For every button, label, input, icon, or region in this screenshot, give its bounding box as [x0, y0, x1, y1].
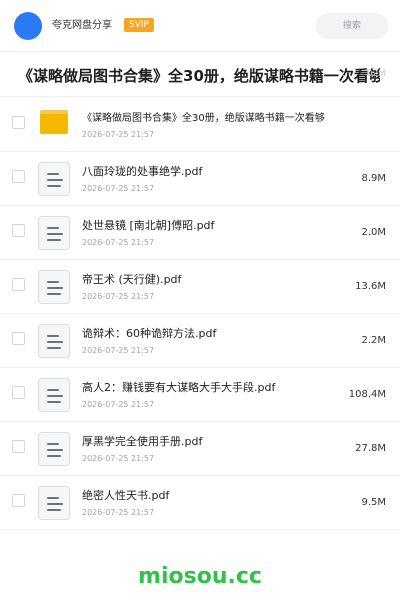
owner-name: 夸克网盘分享	[52, 20, 112, 31]
file-name: 处世悬镜 [南北朝]傅昭.pdf	[82, 219, 215, 232]
file-date: 2026-07-25 21:57	[82, 508, 155, 517]
file-date: 2026-07-25 21:57	[82, 184, 155, 193]
list-item[interactable]: 八面玲珑的处事绝学.pdf 2026-07-25 21:57 8.9M	[0, 152, 400, 206]
row-checkbox[interactable]	[12, 116, 25, 129]
row-checkbox[interactable]	[12, 494, 25, 507]
pdf-file-icon	[38, 324, 70, 358]
search-input[interactable]: 搜索	[316, 13, 388, 39]
footer: miosou.cc	[0, 552, 400, 600]
folder-icon	[40, 110, 68, 134]
row-checkbox[interactable]	[12, 224, 25, 237]
site-watermark: miosou.cc	[138, 564, 262, 589]
svip-badge: SVIP	[124, 18, 154, 32]
file-size: 2.2M	[361, 335, 386, 346]
file-size: 9.5M	[361, 497, 386, 508]
file-date: 2026-07-25 21:57	[82, 346, 155, 355]
list-item[interactable]: 帝王术 (天行健).pdf 2026-07-25 21:57 13.6M	[0, 260, 400, 314]
top-bar: 夸克网盘分享 SVIP 搜索	[0, 0, 400, 52]
row-checkbox[interactable]	[12, 386, 25, 399]
file-size: 8.9M	[361, 173, 386, 184]
list-item[interactable]: 《谋略做局图书合集》全30册，绝版谋略书籍一次看够 2026-07-25 21:…	[0, 98, 400, 152]
share-title: 《谋略做局图书合集》全30册，绝版谋略书籍一次看够	[18, 67, 380, 85]
share-title-bar: 《谋略做局图书合集》全30册，绝版谋略书籍一次看够 02M	[0, 53, 400, 97]
file-name: 高人2：赚钱要有大谋略大手大手段.pdf	[82, 381, 276, 394]
pdf-file-icon	[38, 432, 70, 466]
pdf-file-icon	[38, 162, 70, 196]
row-checkbox[interactable]	[12, 170, 25, 183]
file-name: 绝密人性天书.pdf	[82, 489, 170, 502]
pdf-file-icon	[38, 216, 70, 250]
file-date: 2026-07-25 21:57	[82, 238, 155, 247]
list-item[interactable]: 高人2：赚钱要有大谋略大手大手段.pdf 2026-07-25 21:57 10…	[0, 368, 400, 422]
share-size-hint: 02M	[366, 69, 386, 79]
file-name: 八面玲珑的处事绝学.pdf	[82, 165, 203, 178]
pdf-file-icon	[38, 378, 70, 412]
file-date: 2026-07-25 21:57	[82, 292, 155, 301]
file-size: 2.0M	[361, 227, 386, 238]
file-name: 诡辩术：60种诡辩方法.pdf	[82, 327, 217, 340]
row-checkbox[interactable]	[12, 332, 25, 345]
row-checkbox[interactable]	[12, 440, 25, 453]
file-name: 帝王术 (天行健).pdf	[82, 273, 182, 286]
file-date: 2026-07-25 21:57	[82, 400, 155, 409]
file-size: 13.6M	[355, 281, 386, 292]
avatar[interactable]	[14, 12, 42, 40]
row-checkbox[interactable]	[12, 278, 25, 291]
pdf-file-icon	[38, 486, 70, 520]
file-name: 《谋略做局图书合集》全30册，绝版谋略书籍一次看够	[82, 113, 325, 124]
file-date: 2026-07-25 21:57	[82, 130, 155, 139]
pdf-file-icon	[38, 270, 70, 304]
file-size: 27.8M	[355, 443, 386, 454]
file-size: 108.4M	[348, 389, 386, 400]
list-item[interactable]: 厚黑学完全使用手册.pdf 2026-07-25 21:57 27.8M	[0, 422, 400, 476]
list-item[interactable]: 处世悬镜 [南北朝]傅昭.pdf 2026-07-25 21:57 2.0M	[0, 206, 400, 260]
list-item[interactable]: 绝密人性天书.pdf 2026-07-25 21:57 9.5M	[0, 476, 400, 530]
file-date: 2026-07-25 21:57	[82, 454, 155, 463]
list-item[interactable]: 诡辩术：60种诡辩方法.pdf 2026-07-25 21:57 2.2M	[0, 314, 400, 368]
file-list: 《谋略做局图书合集》全30册，绝版谋略书籍一次看够 2026-07-25 21:…	[0, 98, 400, 530]
file-name: 厚黑学完全使用手册.pdf	[82, 435, 203, 448]
